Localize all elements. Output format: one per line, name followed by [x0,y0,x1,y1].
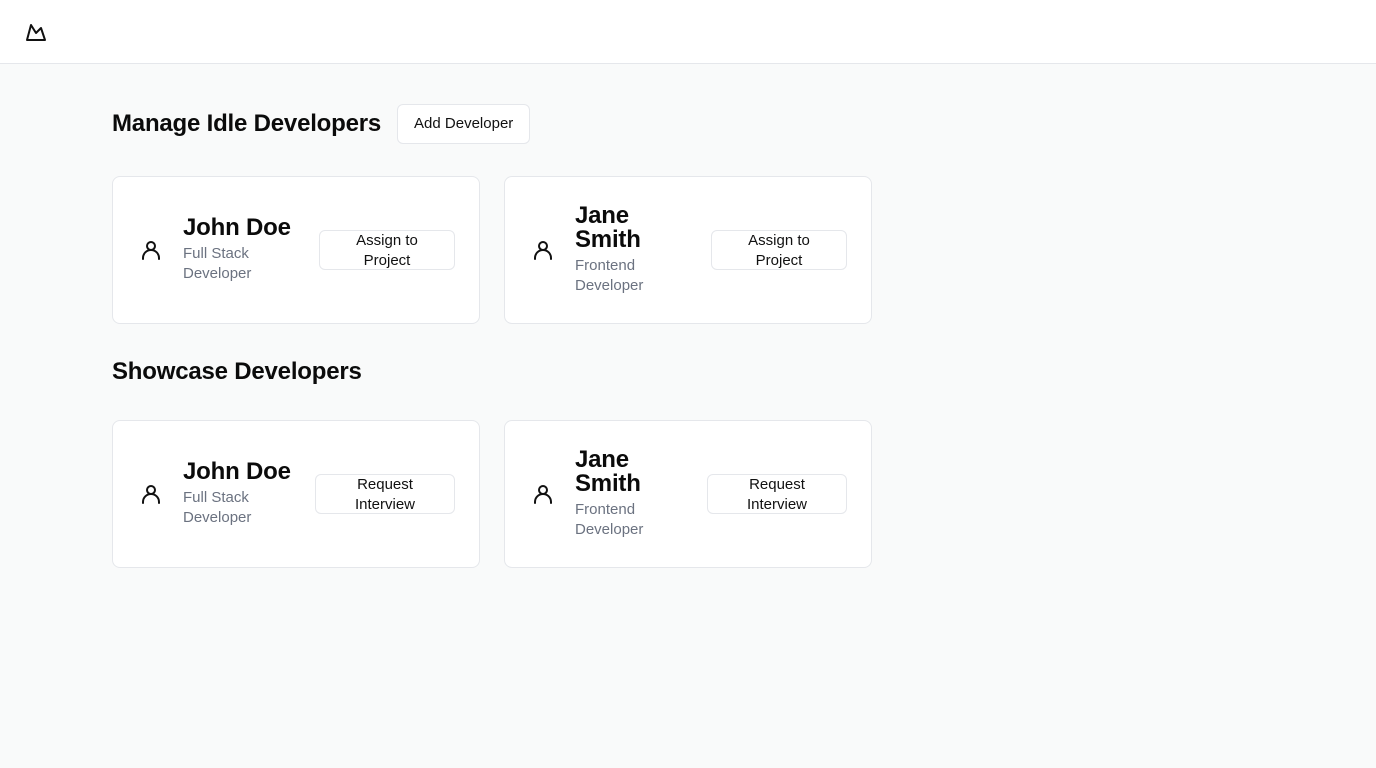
idle-section-header: Manage Idle Developers Add Developer [112,104,1376,144]
developer-name: John Doe [183,214,291,241]
request-interview-button[interactable]: Request Interview [315,474,455,514]
user-icon [142,241,160,260]
idle-developers-grid: John Doe Full Stack Developer Assign to … [112,176,1376,324]
user-icon [142,485,160,504]
section-title: Showcase Developers [112,358,362,385]
developer-name: John Doe [183,458,291,485]
developer-info: John Doe Full Stack Developer [183,460,301,528]
developer-name: Jane Smith [575,202,641,253]
developer-role: Full Stack Developer [183,245,252,282]
developer-name: Jane Smith [575,446,641,497]
request-interview-button[interactable]: Request Interview [707,474,847,514]
showcase-developers-grid: John Doe Full Stack Developer Request In… [112,420,1376,568]
developer-role: Frontend Developer [575,501,644,538]
showcase-section-header: Showcase Developers [112,356,1376,388]
developer-info: John Doe Full Stack Developer [183,216,301,284]
developer-card: Jane Smith Frontend Developer Assign to … [504,176,872,324]
assign-to-project-button[interactable]: Assign to Project [711,230,847,270]
top-bar [0,0,1376,64]
developer-card: John Doe Full Stack Developer Request In… [112,420,480,568]
developer-card: Jane Smith Frontend Developer Request In… [504,420,872,568]
developer-role: Full Stack Developer [183,489,252,526]
user-icon [534,485,552,504]
main-content: Manage Idle Developers Add Developer Joh… [0,104,1376,568]
add-developer-button[interactable]: Add Developer [397,104,531,144]
developer-info: Jane Smith Frontend Developer [575,448,689,540]
mountain-logo-icon[interactable] [24,20,48,44]
assign-to-project-button[interactable]: Assign to Project [319,230,455,270]
developer-info: Jane Smith Frontend Developer [575,204,689,296]
developer-card: John Doe Full Stack Developer Assign to … [112,176,480,324]
developer-role: Frontend Developer [575,257,644,294]
page-title: Manage Idle Developers [112,110,382,137]
user-icon [534,241,552,260]
